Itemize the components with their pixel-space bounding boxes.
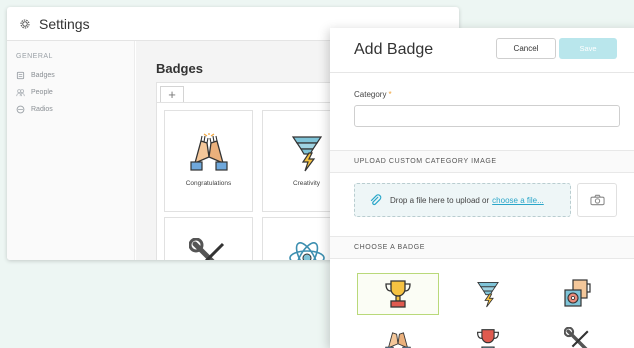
tornado-lightning-icon — [477, 282, 499, 308]
modal-title: Add Badge — [354, 41, 434, 58]
trophy-icon — [385, 280, 411, 308]
tornado-lightning-icon — [291, 136, 322, 172]
high-five-icon — [385, 332, 411, 348]
coffee-donut-icon — [564, 279, 591, 307]
save-button[interactable]: Save — [559, 38, 617, 59]
sidebar-item-label: Badges — [31, 72, 55, 79]
sidebar-group-general: GENERAL — [16, 53, 53, 60]
high-five-icon — [189, 133, 228, 171]
badge-card-label: Congratulations — [185, 180, 232, 187]
sidebar-item-label: Radios — [31, 106, 53, 113]
sidebar-item-badges[interactable]: Badges — [16, 67, 134, 84]
modal-header: Add Badge Cancel Save — [330, 28, 634, 73]
dropzone-text: Drop a file here to upload or — [390, 195, 490, 205]
camera-button[interactable] — [577, 183, 617, 217]
category-input[interactable] — [354, 105, 620, 127]
choose-file-link[interactable]: choose a file... — [492, 196, 544, 205]
camera-icon — [589, 194, 605, 206]
settings-title: Settings — [39, 15, 90, 32]
sidebar-item-radios[interactable]: Radios — [16, 101, 134, 118]
wrench-screwdriver-icon — [564, 327, 589, 348]
choose-badge-section-header: CHOOSE A BADGE — [330, 236, 634, 259]
badge-card-tools[interactable] — [164, 217, 253, 260]
required-mark: * — [388, 90, 392, 99]
file-dropzone[interactable]: Drop a file here to upload or choose a f… — [354, 183, 571, 217]
page-title: Badges — [156, 61, 203, 76]
upload-section-header: UPLOAD CUSTOM CATEGORY IMAGE — [330, 150, 634, 173]
trophy-icon — [477, 329, 499, 348]
cancel-button[interactable]: Cancel — [496, 38, 556, 59]
badge-option-tools[interactable] — [537, 320, 619, 348]
add-badge-modal: Add Badge Cancel Save Category * UPLOAD C… — [330, 28, 634, 348]
category-label-text: Category — [354, 90, 387, 99]
badge-option-trophy-alt[interactable] — [447, 320, 529, 348]
badge-option-coffee-donut[interactable] — [537, 273, 619, 315]
sidebar-item-people[interactable]: People — [16, 84, 134, 101]
category-label: Category * — [354, 90, 392, 99]
atom-icon — [288, 242, 325, 260]
wrench-screwdriver-icon — [188, 238, 224, 260]
badge-option-high-five[interactable] — [357, 320, 439, 348]
badge-icon — [16, 71, 25, 80]
people-icon — [16, 89, 25, 97]
gear-icon — [20, 18, 30, 29]
radio-icon — [16, 105, 25, 114]
settings-sidebar: GENERAL Badges People Radios — [7, 41, 135, 260]
badge-option-trophy[interactable] — [357, 273, 439, 315]
sidebar-item-label: People — [31, 89, 53, 96]
badge-option-tornado[interactable] — [447, 273, 529, 315]
paperclip-icon — [370, 193, 382, 205]
add-badge-tab[interactable]: + — [160, 86, 184, 103]
badge-card-congratulations[interactable]: Congratulations — [164, 110, 253, 212]
